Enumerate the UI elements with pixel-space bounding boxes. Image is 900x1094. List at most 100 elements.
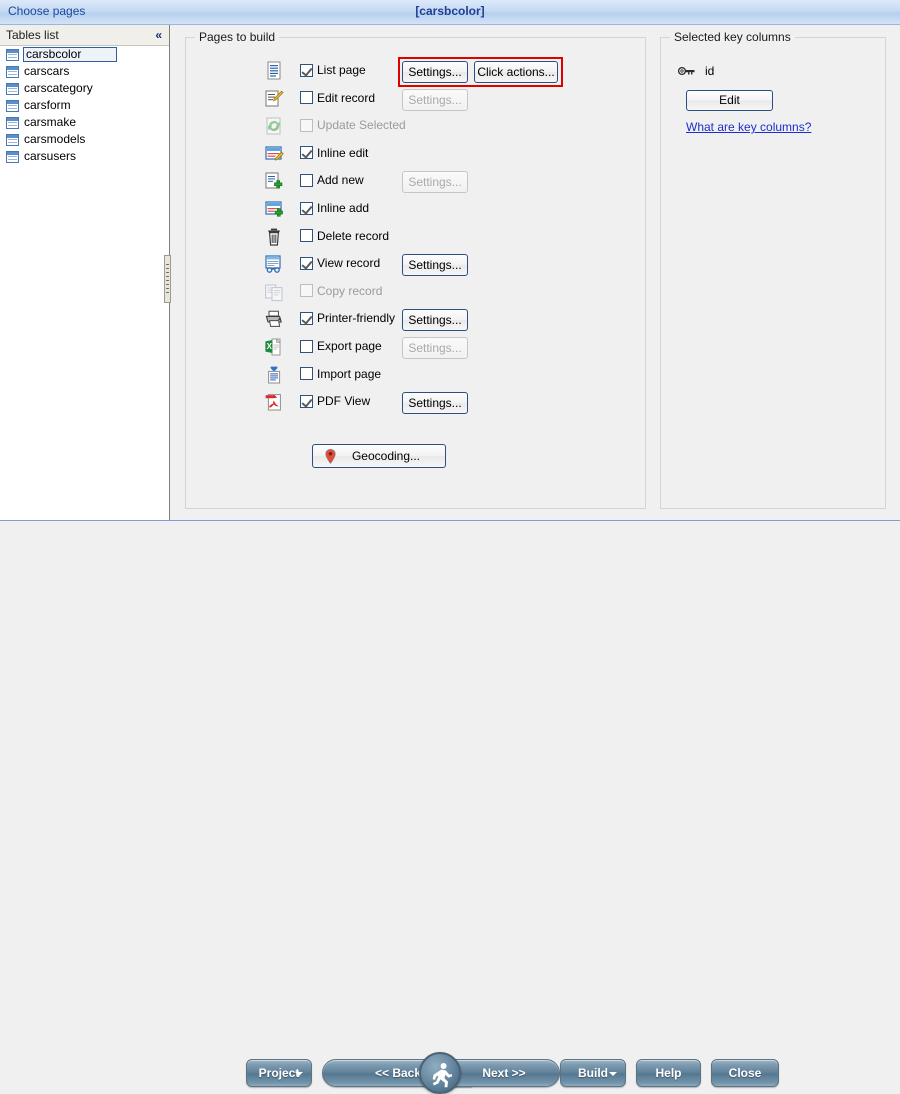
svg-text:X: X: [267, 342, 273, 351]
sidebar-title: Tables list: [6, 28, 59, 42]
checkbox[interactable]: [300, 340, 313, 353]
map-pin-icon: [325, 449, 336, 464]
page-row-label: Inline add: [317, 201, 369, 215]
page-title: [carsbcolor]: [0, 4, 900, 18]
edit-key-columns-button[interactable]: Edit: [686, 90, 773, 111]
page-row: Inline edit: [186, 141, 645, 167]
pages-to-build-title: Pages to build: [195, 30, 279, 44]
page-row: Import page: [186, 362, 645, 388]
page-row: Inline add: [186, 196, 645, 222]
pdf-icon: [264, 392, 284, 412]
close-button[interactable]: Close: [711, 1059, 779, 1087]
table-list-item-label: carsbcolor: [23, 47, 117, 62]
checkbox[interactable]: [300, 312, 313, 325]
table-list-item[interactable]: carscategory: [0, 80, 169, 97]
chevron-double-left-icon[interactable]: «: [155, 28, 162, 42]
help-button[interactable]: Help: [636, 1059, 701, 1087]
page-checkbox-inline-add[interactable]: Inline add: [300, 201, 369, 215]
what-are-key-columns-link[interactable]: What are key columns?: [686, 120, 811, 134]
project-button[interactable]: Project: [246, 1059, 312, 1087]
page-row-label: PDF View: [317, 394, 370, 408]
checkbox[interactable]: [300, 91, 313, 104]
table-list-item[interactable]: carsform: [0, 97, 169, 114]
table-list-item[interactable]: carsbcolor: [0, 46, 169, 63]
settings-button[interactable]: Settings...: [402, 392, 468, 414]
table-icon: [6, 100, 19, 112]
checkbox[interactable]: [300, 202, 313, 215]
page-row-label: Delete record: [317, 229, 389, 243]
edit-record-icon: [264, 89, 284, 109]
page-row: View record Settings...: [186, 251, 645, 277]
page-row-label: Import page: [317, 367, 381, 381]
import-icon: [264, 365, 284, 385]
checkbox[interactable]: [300, 229, 313, 242]
page-checkbox-inline-edit[interactable]: Inline edit: [300, 146, 368, 160]
table-list-item[interactable]: carsusers: [0, 148, 169, 165]
copy-record-icon: [264, 282, 284, 302]
table-list-item[interactable]: carsmake: [0, 114, 169, 131]
settings-button: Settings...: [402, 337, 468, 359]
page-row: Printer-friendly Settings...: [186, 306, 645, 332]
checkbox[interactable]: [300, 64, 313, 77]
click-actions-button[interactable]: Click actions...: [474, 61, 558, 83]
geocoding-button[interactable]: Geocoding...: [312, 444, 446, 468]
page-checkbox-copy-record: Copy record: [300, 284, 382, 298]
chevron-down-icon: [295, 1072, 303, 1076]
selected-key-columns-group: Selected key columns id Edit What are ke…: [660, 37, 886, 509]
table-icon: [6, 49, 19, 61]
page-checkbox-printer-friendly[interactable]: Printer-friendly: [300, 311, 395, 325]
settings-button[interactable]: Settings...: [402, 61, 468, 83]
page-row-label: Inline edit: [317, 146, 368, 160]
build-button[interactable]: Build: [560, 1059, 626, 1087]
page-row: PDF View Settings...: [186, 389, 645, 415]
page-checkbox-view-record[interactable]: View record: [300, 256, 380, 270]
splitter-grip: [166, 264, 169, 296]
checkbox[interactable]: [300, 367, 313, 380]
table-list-item-label: carsusers: [24, 149, 76, 164]
page-checkbox-import-page[interactable]: Import page: [300, 367, 381, 381]
main-content: Pages to build List page Settings... Click…: [171, 25, 900, 520]
settings-button[interactable]: Settings...: [402, 254, 468, 276]
checkbox: [300, 119, 313, 132]
tables-list[interactable]: carsbcolorcarscarscarscategorycarsformca…: [0, 46, 169, 519]
table-list-item[interactable]: carsmodels: [0, 131, 169, 148]
page-row-label: Copy record: [317, 284, 382, 298]
table-list-item-label: carsform: [24, 98, 71, 113]
checkbox[interactable]: [300, 257, 313, 270]
table-list-item-label: carscategory: [24, 81, 93, 96]
build-button-label: Build: [578, 1066, 608, 1080]
chevron-down-icon: [609, 1072, 617, 1076]
runner-icon[interactable]: [419, 1052, 461, 1094]
page-row: Update Selected: [186, 113, 645, 139]
page-checkbox-list-page[interactable]: List page: [300, 63, 366, 77]
table-list-item-label: carscars: [24, 64, 69, 79]
inline-add-icon: [264, 199, 284, 219]
checkbox[interactable]: [300, 174, 313, 187]
table-list-item[interactable]: carscars: [0, 63, 169, 80]
page-checkbox-add-new[interactable]: Add new: [300, 173, 364, 187]
settings-button[interactable]: Settings...: [402, 309, 468, 331]
page-row-label: Update Selected: [317, 118, 406, 132]
application-window: Choose pages [carsbcolor] Tables list « …: [0, 0, 900, 593]
next-button[interactable]: Next >>: [448, 1059, 560, 1087]
export-excel-icon: X: [264, 337, 284, 357]
sidebar: Tables list « carsbcolor carscars carscate…: [0, 25, 170, 520]
page-row-label: Export page: [317, 339, 382, 353]
sidebar-splitter[interactable]: [164, 255, 171, 303]
page-row-label: View record: [317, 256, 380, 270]
page-row-label: List page: [317, 63, 366, 77]
list-page-icon: [264, 61, 284, 81]
geocoding-button-label: Geocoding...: [352, 445, 420, 467]
page-checkbox-pdf-view[interactable]: PDF View: [300, 394, 370, 408]
page-checkbox-export-page[interactable]: Export page: [300, 339, 382, 353]
checkbox[interactable]: [300, 395, 313, 408]
checkbox: [300, 284, 313, 297]
page-checkbox-delete-record[interactable]: Delete record: [300, 229, 389, 243]
page-checkbox-edit-record[interactable]: Edit record: [300, 91, 375, 105]
settings-button: Settings...: [402, 89, 468, 111]
view-record-icon: [264, 254, 284, 274]
page-row: Delete record: [186, 224, 645, 250]
page-row: Add newSettings...: [186, 168, 645, 194]
key-column-name: id: [705, 64, 714, 78]
checkbox[interactable]: [300, 146, 313, 159]
